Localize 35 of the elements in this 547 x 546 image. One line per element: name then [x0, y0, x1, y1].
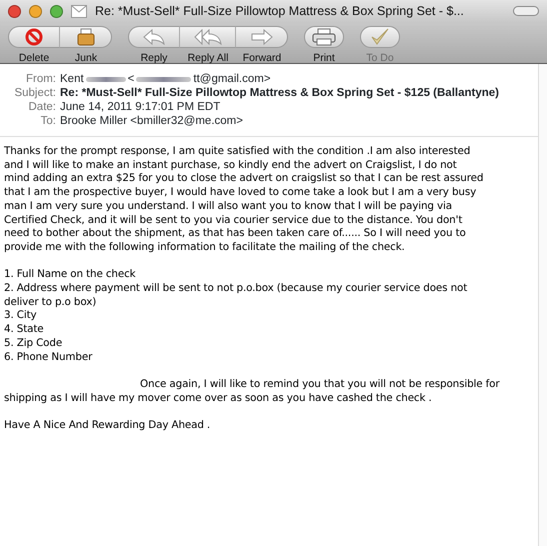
header-label: Subject:	[13, 86, 57, 100]
reply-icon	[143, 29, 165, 45]
reply-all-icon	[194, 29, 222, 45]
subject-text: Re: *Must-Sell* Full-Size Pillowtop Mattress & Box Spring Set - $125 (Ballantyne)	[60, 86, 499, 100]
list-item: 1. Full Name on the check	[4, 268, 137, 282]
sender-address-bracket: <	[128, 72, 134, 86]
redaction-mark	[136, 76, 192, 82]
forward-icon	[250, 29, 272, 45]
window-control-button[interactable]	[50, 4, 63, 18]
list-item: 2. Address where payment will be sent to not p.o.box (because my courier service does not deliver to p.o box)	[4, 282, 468, 310]
scroll-bar[interactable]	[538, 64, 547, 546]
paper-tray-icon	[76, 28, 96, 46]
list-item: 6. Phone Number	[4, 350, 94, 364]
message-paragraph: Once again, I will like to remind you that you will not be responsible for shipping as I will have my mover come over as soon as you have cashed the check .	[4, 378, 501, 406]
header-label: From:	[24, 72, 57, 86]
list-item: 5. Zip Code	[4, 336, 64, 351]
redaction-mark	[86, 76, 126, 82]
message-paragraph: Have A Nice And Rewarding Day Ahead .	[4, 419, 212, 433]
window-title: Re: *Must-Sell* Full-Size Pillowtop Mattress & Box Spring Set - $...	[95, 2, 465, 20]
header-label: To:	[40, 114, 57, 128]
list-item: 4. State	[4, 323, 45, 337]
sender-name: Kent	[60, 72, 84, 86]
list-item: 3. City	[4, 309, 38, 324]
delete-icon	[25, 28, 43, 46]
date-text: June 14, 2011 9:17:01 PM EDT	[60, 100, 220, 114]
sender-address: tt@gmail.com>	[193, 72, 271, 86]
toolbar-toggle-button[interactable]	[513, 6, 539, 16]
printer-icon	[312, 28, 336, 46]
checkmark-icon	[370, 28, 390, 46]
recipient-text: Brooke Miller <bmiller32@me.com>	[60, 114, 243, 128]
window-control-button[interactable]	[8, 4, 21, 18]
mail-icon	[71, 4, 87, 18]
window-control-button[interactable]	[29, 4, 42, 18]
message-paragraph: Thanks for the prompt response, I am quite satisfied with the condition .I am also interested and I will like to make an instant purchase, so kindly end the advert on Craigslist, I do not mind adding an extra $25 for you to close the advert on craigslist so that I can be rest assured that I am the prospective buyer, I would have loved to come take a look but I am a very busy man I am very sure you understand. I will also want you to know that I will be paying via Certified Check, and it will be sent to you via courier service due to the distance. You don't need to bother about the shipment, as that has been taken care of...... So I will need you to provide me with the following information to facilitate the mailing of the check.	[4, 145, 484, 255]
header-label: Date:	[28, 100, 57, 114]
